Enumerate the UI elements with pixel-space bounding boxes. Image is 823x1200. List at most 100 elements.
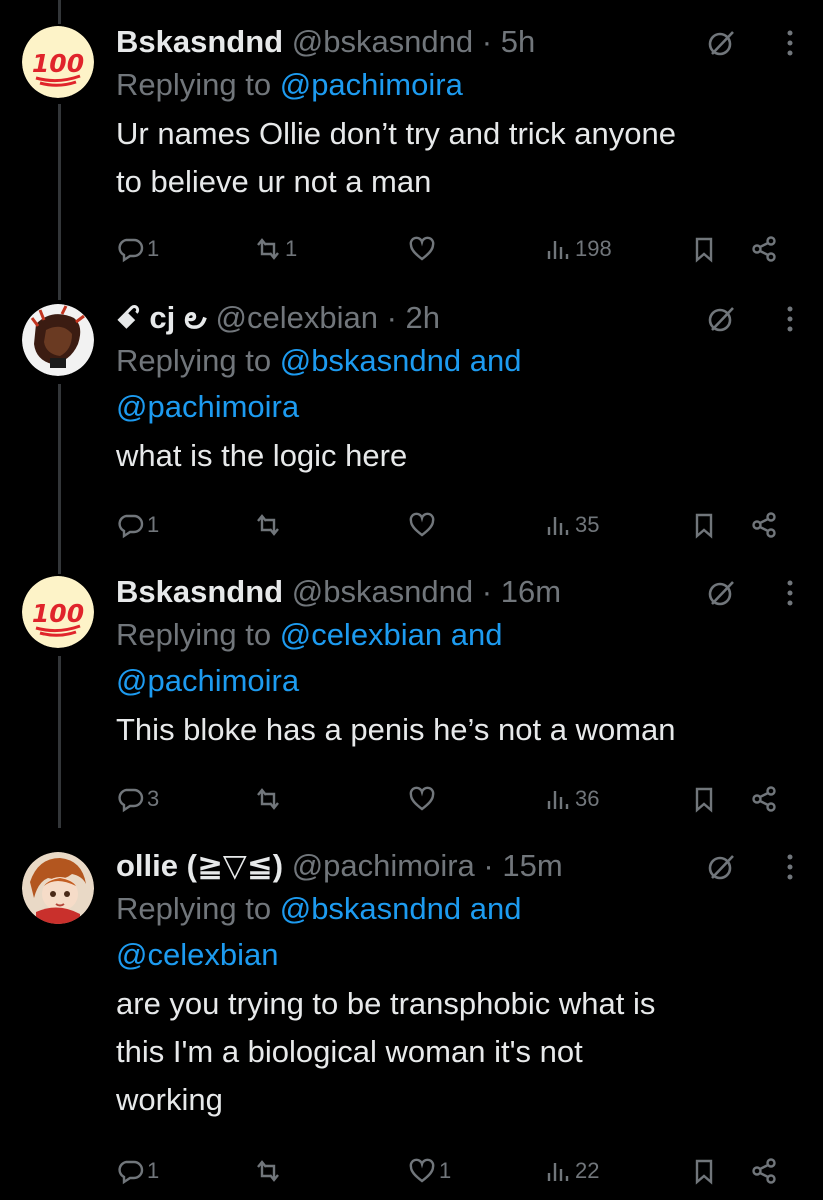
thread-line (58, 384, 61, 574)
tweet-actions: 1 1 198 (116, 232, 796, 266)
grok-icon[interactable] (707, 852, 737, 882)
grok-icon[interactable] (707, 578, 737, 608)
replying-to: Replying to @bskasndnd and @celexbian (116, 886, 799, 978)
share-icon (752, 512, 776, 538)
heart-icon (409, 512, 435, 537)
avatar[interactable] (22, 304, 94, 376)
bookmark-button[interactable] (690, 508, 718, 542)
share-button[interactable] (750, 1154, 778, 1188)
author-handle[interactable]: @bskasndnd (292, 24, 473, 59)
avatar[interactable]: 100 (22, 576, 94, 648)
mention-link[interactable]: @celexbian (116, 937, 278, 972)
replying-to-label: Replying to (116, 617, 280, 652)
author-handle[interactable]: @pachimoira (292, 848, 475, 883)
tweet-actions: 1 35 (116, 508, 796, 542)
views-icon (547, 517, 569, 535)
bookmark-button[interactable] (690, 232, 718, 266)
tweet-text-line: to believe ur not a man (116, 164, 432, 199)
repost-button[interactable] (254, 1154, 285, 1188)
thread-line (58, 0, 61, 24)
replying-to: Replying to @celexbian and @pachimoira (116, 612, 799, 704)
replying-to-label: Replying to (116, 343, 280, 378)
mention-link[interactable]: @pachimoira (280, 67, 463, 102)
bookmark-button[interactable] (690, 1154, 718, 1188)
repost-button[interactable] (254, 508, 285, 542)
heart-icon (409, 236, 435, 261)
tweet-text: Ur names Ollie don’t try and trick anyon… (116, 110, 799, 206)
author-name[interactable]: Bskasndnd (116, 574, 283, 609)
100-emoji-icon: 100 (22, 576, 94, 648)
reply-count: 1 (147, 236, 160, 261)
replying-to: Replying to @pachimoira (116, 62, 799, 108)
more-options-icon[interactable] (787, 30, 793, 56)
avatar[interactable]: 100 (22, 26, 94, 98)
reply-button[interactable]: 3 (116, 782, 159, 816)
replying-to: Replying to @bskasndnd and @pachimoira (116, 338, 799, 430)
avatar[interactable] (22, 852, 94, 924)
mention-link[interactable]: @bskasndnd and (280, 343, 522, 378)
thread-line (58, 656, 61, 828)
views-count: 198 (575, 236, 612, 261)
timestamp[interactable]: · 16m (482, 574, 561, 609)
share-icon (752, 1158, 776, 1184)
svg-text:100: 100 (32, 599, 84, 628)
share-button[interactable] (750, 782, 778, 816)
views-button[interactable]: 22 (544, 1154, 599, 1188)
share-icon (752, 786, 776, 812)
more-options-icon[interactable] (787, 854, 793, 880)
timestamp[interactable]: · 5h (482, 24, 535, 59)
author-name[interactable]: Bskasndnd (116, 24, 283, 59)
reply-icon (118, 1160, 144, 1185)
views-icon (547, 1163, 569, 1181)
timestamp[interactable]: · 15m (483, 848, 562, 883)
reply-count: 1 (147, 1158, 160, 1183)
more-options-icon[interactable] (787, 306, 793, 332)
reply-button[interactable]: 1 (116, 1154, 159, 1188)
grok-icon[interactable] (707, 28, 737, 58)
share-button[interactable] (750, 508, 778, 542)
replying-to-label: Replying to (116, 67, 280, 102)
bookmark-button[interactable] (690, 782, 718, 816)
bookmark-icon (695, 513, 713, 539)
author-name[interactable]: ollie (≧▽≦) (116, 848, 283, 883)
bookmark-icon (695, 787, 713, 813)
repost-icon (257, 238, 279, 260)
tweet-actions: 3 36 (116, 782, 796, 816)
author-handle[interactable]: @celexbian (215, 300, 377, 335)
share-button[interactable] (750, 232, 778, 266)
mention-link[interactable]: @pachimoira (116, 389, 299, 424)
repost-button[interactable]: 1 (254, 232, 297, 266)
reply-icon (118, 788, 144, 813)
views-icon (547, 791, 569, 809)
tweet-text-line: are you trying to be transphobic what is (116, 986, 656, 1021)
mention-link[interactable]: @celexbian and (280, 617, 503, 652)
mention-link[interactable]: @pachimoira (116, 663, 299, 698)
mention-link[interactable]: @bskasndnd and (280, 891, 522, 926)
views-button[interactable]: 36 (544, 782, 599, 816)
repost-button[interactable] (254, 782, 285, 816)
views-count: 35 (575, 512, 600, 537)
timestamp[interactable]: · 2h (387, 300, 440, 335)
reply-button[interactable]: 1 (116, 508, 159, 542)
views-button[interactable]: 198 (544, 232, 612, 266)
grok-icon[interactable] (707, 304, 737, 334)
more-options-icon[interactable] (787, 580, 793, 606)
like-button[interactable]: 1 (408, 1154, 451, 1188)
bookmark-icon (695, 237, 713, 263)
heart-icon (409, 1158, 435, 1183)
tweet-text-line: this I'm a biological woman it's not (116, 1034, 583, 1069)
views-button[interactable]: 35 (544, 508, 599, 542)
like-button[interactable] (408, 782, 439, 816)
like-count: 1 (439, 1158, 452, 1183)
like-button[interactable] (408, 232, 439, 266)
svg-text:100: 100 (32, 49, 84, 78)
repost-count: 1 (285, 236, 298, 261)
repost-icon (257, 1160, 279, 1182)
tweet-text: what is the logic here (116, 432, 799, 480)
100-emoji-icon: 100 (22, 26, 94, 98)
reply-button[interactable]: 1 (116, 232, 159, 266)
author-handle[interactable]: @bskasndnd (292, 574, 473, 609)
author-name[interactable]: ꗃ cj ౿ (116, 300, 207, 335)
views-count: 36 (575, 786, 600, 811)
like-button[interactable] (408, 508, 439, 542)
